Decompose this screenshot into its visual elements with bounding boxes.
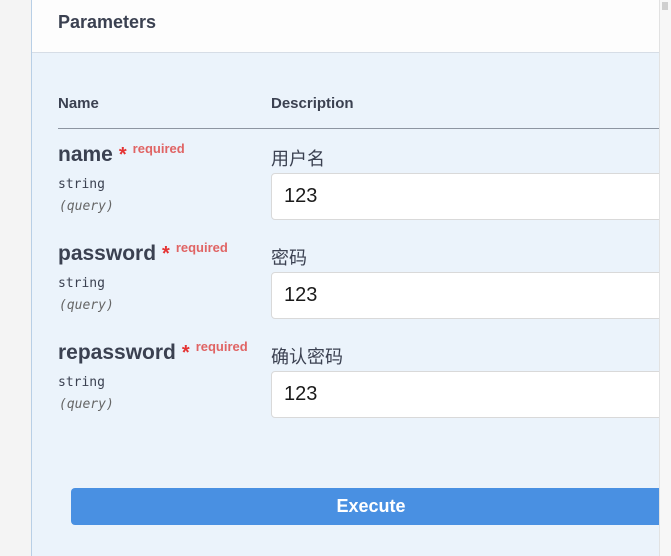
required-label: required	[195, 339, 248, 354]
required-star-icon: *	[118, 144, 127, 166]
parameters-panel: Parameters Name Description name * require…	[31, 0, 671, 556]
parameter-type: string	[58, 375, 105, 390]
parameter-name: password * required	[58, 240, 228, 265]
parameter-row-repassword: repassword * required string (query) 确认密码 …	[32, 339, 671, 441]
header-divider	[58, 128, 671, 129]
required-star-icon: *	[162, 243, 170, 265]
parameter-type: string	[58, 276, 105, 291]
scrollbar[interactable]	[659, 0, 671, 556]
password-input[interactable]: 123	[271, 272, 671, 319]
required-label: required	[175, 240, 228, 255]
left-gutter	[0, 0, 31, 556]
parameter-row-name: name * required string (query) 用户名 123	[32, 141, 671, 243]
name-input[interactable]: 123	[271, 173, 671, 220]
parameter-type: string	[58, 177, 105, 192]
repassword-input[interactable]: 123	[271, 371, 671, 418]
parameter-description: 确认密码	[271, 347, 343, 367]
parameter-location: (query)	[59, 298, 114, 313]
parameter-location: (query)	[59, 199, 114, 214]
parameter-name: name * required	[58, 141, 185, 166]
required-label: required	[132, 141, 185, 156]
parameter-description: 用户名	[271, 149, 325, 169]
required-star-icon: *	[181, 342, 190, 364]
scrollbar-thumb[interactable]	[662, 2, 668, 10]
panel-title: Parameters	[58, 12, 157, 32]
execute-button[interactable]: Execute	[71, 488, 671, 525]
parameter-description: 密码	[271, 248, 307, 268]
column-header-name: Name	[58, 95, 99, 112]
panel-header: Parameters	[32, 0, 671, 53]
column-header-description: Description	[271, 95, 354, 112]
parameter-name: repassword * required	[58, 339, 248, 364]
parameter-location: (query)	[59, 397, 114, 412]
parameter-row-password: password * required string (query) 密码 123	[32, 240, 671, 342]
